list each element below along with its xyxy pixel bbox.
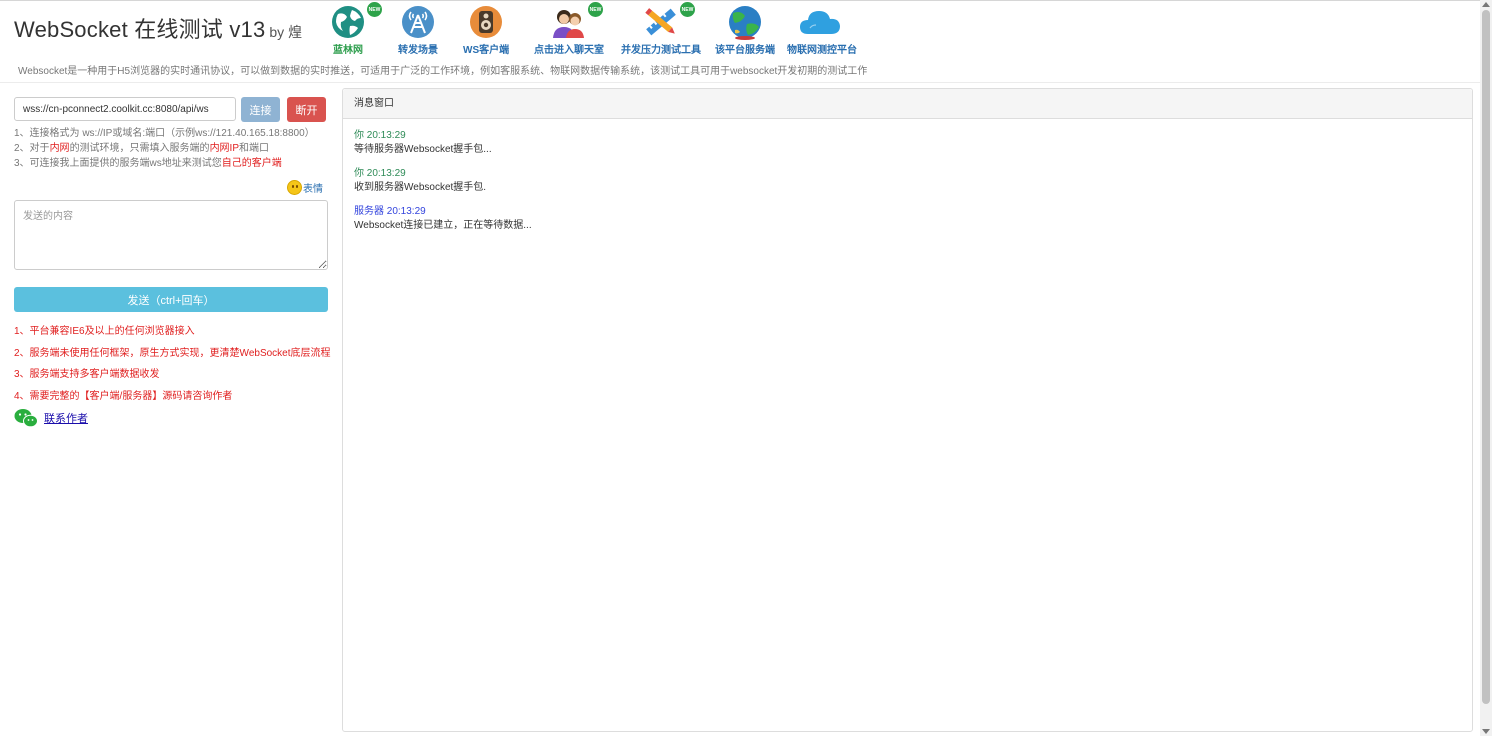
nav-iot-platform[interactable]: 物联网测控平台 (786, 4, 858, 56)
message-panel: 消息窗口 你 20:13:29 等待服务器Websocket握手包... 你 2… (342, 88, 1473, 732)
message-input[interactable] (14, 200, 328, 270)
top-border (0, 0, 1480, 1)
message-panel-title: 消息窗口 (343, 89, 1472, 119)
speaker-icon (470, 6, 503, 38)
nav-label: 物联网测控平台 (787, 45, 857, 56)
message-item: 服务器 20:13:29 Websocket连接已建立，正在等待数据... (354, 205, 1461, 233)
message-list: 你 20:13:29 等待服务器Websocket握手包... 你 20:13:… (343, 119, 1472, 253)
new-badge-icon: NEW (588, 2, 603, 17)
site-description: Websocket是一种用于H5浏览器的实时通讯协议，可以做到数据的实时推送，可… (18, 66, 868, 77)
message-text: Websocket连接已建立，正在等待数据... (354, 220, 532, 231)
note-item: 2、服务端未使用任何框架，原生方式实现，更清楚WebSocket底层流程 (14, 347, 331, 359)
new-badge-icon: NEW (680, 2, 695, 17)
nav-label: 蓝林网 (333, 45, 363, 56)
smiley-icon (287, 180, 302, 195)
nav-label: 并发压力测试工具 (621, 45, 701, 56)
note-item: 4、需要完整的【客户端/服务器】源码请咨询作者 (14, 390, 233, 402)
server-url-input[interactable] (14, 97, 236, 121)
connect-button[interactable]: 连接 (241, 97, 280, 122)
emoji-label: 表情 (303, 184, 323, 195)
feature-notes: 1、平台兼容IE6及以上的任何浏览器接入 2、服务端未使用任何框架，原生方式实现… (14, 322, 331, 408)
nav-forward[interactable]: 转发场景 (398, 4, 438, 56)
tip-3: 3、可连接我上面提供的服务端ws地址来测试您自己的客户端 (14, 158, 282, 169)
page-scrollbar[interactable] (1480, 0, 1492, 736)
nav-label: 该平台服务端 (715, 45, 775, 56)
message-text: 等待服务器Websocket握手包... (354, 144, 492, 155)
nav-label: 转发场景 (398, 45, 438, 56)
note-item: 1、平台兼容IE6及以上的任何浏览器接入 (14, 326, 195, 337)
contact-author-link[interactable]: 联系作者 (44, 410, 88, 426)
new-badge-icon: NEW (367, 2, 382, 17)
scroll-up-icon[interactable] (1482, 2, 1490, 7)
message-item: 你 20:13:29 收到服务器Websocket握手包. (354, 167, 1461, 195)
nav-label: WS客户端 (463, 45, 510, 56)
scroll-down-icon[interactable] (1482, 729, 1490, 734)
message-sender: 你 20:13:29 (354, 130, 406, 141)
antenna-icon (402, 6, 434, 38)
disconnect-button[interactable]: 断开 (287, 97, 326, 122)
message-sender: 服务器 20:13:29 (354, 206, 426, 217)
tip-1: 1、连接格式为 ws://IP或域名:端口（示例ws://121.40.165.… (14, 128, 315, 139)
site-author: by 煌 (269, 24, 303, 40)
message-item: 你 20:13:29 等待服务器Websocket握手包... (354, 129, 1461, 157)
site-title-text: WebSocket 在线测试 v13 (14, 17, 266, 42)
wechat-icon (14, 409, 38, 428)
scroll-thumb[interactable] (1482, 10, 1490, 704)
message-sender: 你 20:13:29 (354, 168, 406, 179)
header-divider (0, 82, 1480, 83)
nav-lanlin[interactable]: 蓝林网 (330, 4, 366, 56)
nav-ws-client[interactable]: WS客户端 (463, 4, 509, 56)
nav-label: 点击进入聊天室 (534, 45, 604, 56)
site-title: WebSocket 在线测试 v13 by 煌 (14, 12, 302, 44)
planet-icon (729, 6, 761, 40)
emoji-button[interactable]: 表情 (287, 180, 323, 195)
nav-server[interactable]: 该平台服务端 (713, 4, 777, 56)
tip-2: 2、对于内网的测试环境，只需填入服务端的内网IP和端口 (14, 143, 270, 154)
note-item: 3、服务端支持多客户端数据收发 (14, 369, 160, 380)
connection-tips: 1、连接格式为 ws://IP或域名:端口（示例ws://121.40.165.… (14, 126, 315, 171)
contact-author: 联系作者 (14, 408, 88, 428)
send-button[interactable]: 发送（ctrl+回车） (14, 287, 328, 312)
cloud-icon (800, 11, 840, 34)
globe-icon (332, 6, 364, 38)
message-text: 收到服务器Websocket握手包. (354, 182, 487, 193)
